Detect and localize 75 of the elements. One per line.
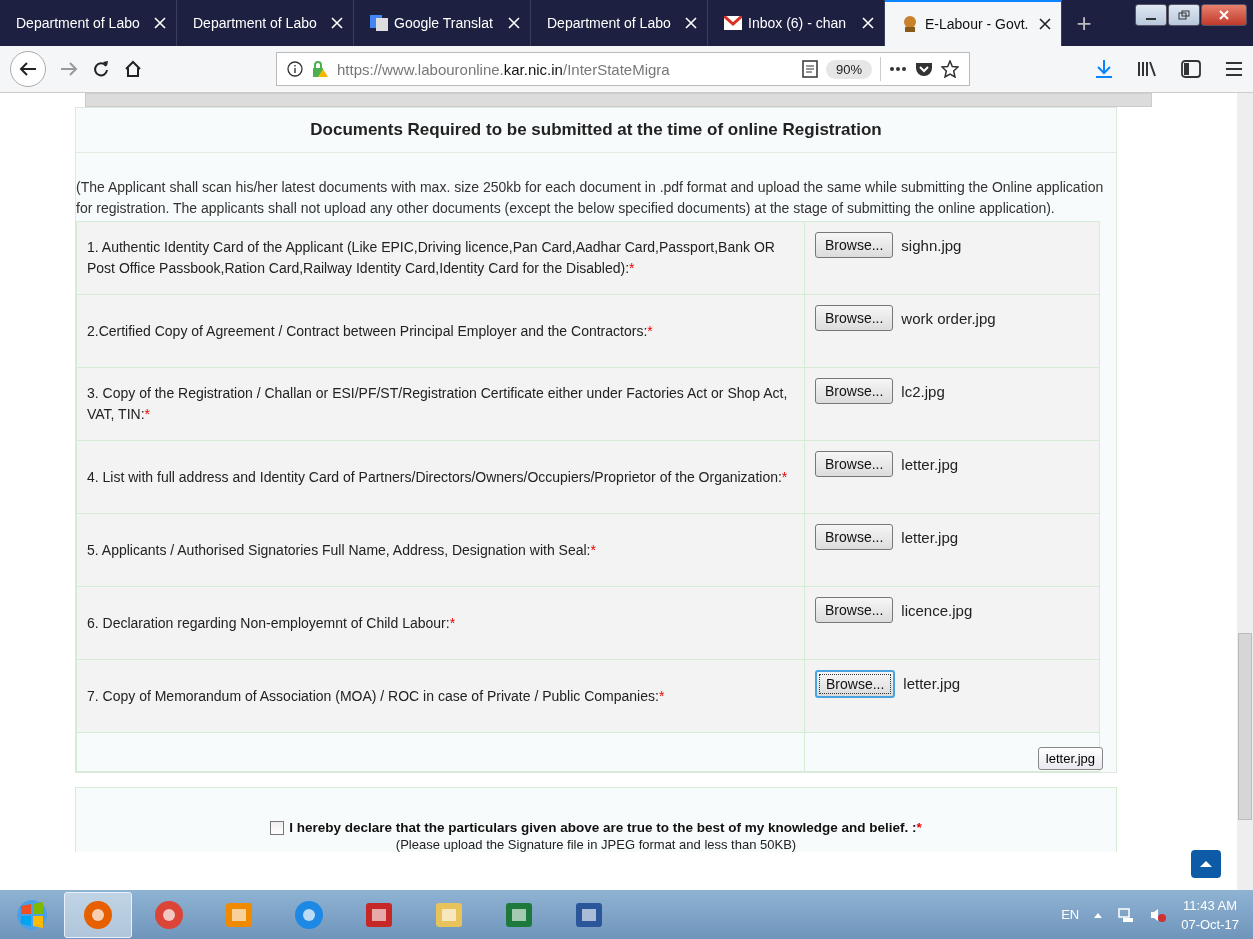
- download-icon[interactable]: [1095, 59, 1113, 79]
- document-label: 6. Declaration regarding Non-employemnt of Child Labour:*: [87, 613, 456, 633]
- app-icon: [82, 898, 114, 931]
- up-arrow-icon: [1199, 860, 1213, 868]
- declaration-text: I hereby declare that the particulars given above are true to the best of my knowledge and belief. :*: [289, 820, 922, 835]
- minimize-icon: [1146, 18, 1156, 20]
- browse-button[interactable]: Browse...: [815, 232, 894, 258]
- close-icon[interactable]: [1039, 18, 1051, 30]
- restore-icon: [1178, 10, 1190, 20]
- new-tab-button[interactable]: +: [1062, 0, 1106, 46]
- restore-button[interactable]: [1168, 4, 1200, 26]
- signature-note: (Please upload the Signature file in JPEG format and less than 50KB): [395, 837, 797, 852]
- close-window-button[interactable]: [1201, 4, 1247, 26]
- url-text: https://www.labouronline.kar.nic.in/InterStateMigra: [337, 60, 671, 78]
- muted-speaker-icon[interactable]: [1149, 906, 1168, 923]
- checkbox[interactable]: [270, 820, 285, 835]
- translate-icon: [370, 15, 388, 31]
- tab-title: E-Labour - Govt.: [925, 16, 1030, 32]
- forward-icon[interactable]: [60, 61, 78, 77]
- tab-title: Department of Labo: [16, 15, 141, 31]
- tab-title: Department of Labo: [193, 15, 318, 31]
- instructions-text: (The Applicant shall scan his/her latest documents with max. size 250kb for each document in .pdf format and upload the same while submitting the Online application for registration. The applicants shall not upload any other documents (except the below specified documents) at the stage of submitting the online application).: [76, 178, 1105, 218]
- minimize-button[interactable]: [1135, 4, 1167, 26]
- file-name: letter.jpg: [903, 674, 961, 692]
- more-icon[interactable]: [889, 66, 907, 72]
- tab-title: Department of Labo: [547, 15, 672, 31]
- browse-button[interactable]: Browse...: [815, 305, 894, 331]
- back-button[interactable]: [10, 51, 46, 87]
- sidebar-icon[interactable]: [1181, 60, 1201, 78]
- lock-warning-icon: [311, 60, 329, 78]
- tab-title: Google Translat: [394, 15, 494, 31]
- document-label: 7. Copy of Memorandum of Association (MOA) / ROC in case of Private / Public Companies:*: [87, 686, 665, 706]
- scroll-to-top-button[interactable]: [1191, 850, 1221, 878]
- pocket-icon[interactable]: [915, 61, 933, 77]
- menu-icon[interactable]: [1225, 61, 1243, 77]
- file-name: sighn.jpg: [901, 236, 962, 254]
- file-name: work order.jpg: [901, 309, 996, 327]
- tooltip: letter.jpg: [1037, 747, 1103, 770]
- document-label: 5. Applicants / Authorised Signatories Full Name, Address, Designation with Seal:*: [87, 540, 596, 560]
- star-icon[interactable]: [941, 60, 959, 78]
- file-name: letter.jpg: [901, 455, 959, 473]
- time: 11:43 AM: [1183, 896, 1238, 915]
- tab-title: Inbox (6) - chan: [748, 15, 848, 31]
- browser-tab[interactable]: E-Labour - Govt.: [885, 0, 1062, 46]
- app-icon: [153, 898, 185, 931]
- info-icon: [287, 61, 303, 77]
- reload-icon[interactable]: [92, 60, 110, 78]
- browse-button[interactable]: Browse...: [815, 451, 894, 477]
- library-icon[interactable]: [1137, 60, 1157, 78]
- file-name: letter.jpg: [901, 528, 959, 546]
- horizontal-scrollbar[interactable]: [85, 93, 1152, 107]
- document-label: 2.Certified Copy of Agreement / Contract between Principal Employer and the Contractors:*: [87, 321, 653, 341]
- browse-button[interactable]: Browse...: [815, 670, 896, 698]
- zoom-level-button[interactable]: 90%: [825, 59, 872, 79]
- file-name: licence.jpg: [901, 601, 973, 619]
- emblem-icon: [901, 15, 919, 33]
- section-heading: Documents Required to be submitted at the time of online Registration: [76, 108, 1116, 153]
- app-icon: [293, 898, 325, 931]
- envelope-icon: [724, 16, 742, 30]
- browse-button[interactable]: Browse...: [815, 524, 894, 550]
- back-arrow-icon: [19, 61, 37, 77]
- date: 07-Oct-17: [1181, 915, 1239, 934]
- network-icon[interactable]: [1117, 906, 1136, 923]
- taskbar-app-button[interactable]: [64, 891, 132, 938]
- browse-button[interactable]: Browse...: [815, 378, 894, 404]
- address-bar[interactable]: https://www.labouronline.kar.nic.in/InterStateMigra 90%: [276, 52, 970, 86]
- close-icon: [1218, 10, 1230, 20]
- reader-view-icon[interactable]: [801, 60, 818, 78]
- browse-button[interactable]: Browse...: [815, 597, 894, 623]
- home-icon[interactable]: [124, 60, 142, 78]
- document-label: 4. List with full address and Identity Card of Partners/Directors/Owners/Occupiers/Proprietor of the Organization:*: [87, 467, 788, 487]
- vertical-scrollbar[interactable]: [1237, 93, 1253, 890]
- document-label: 1. Authentic Identity Card of the Applicant (Like EPIC,Driving licence,Pan Card,Aadhar Card,Passport,Bank OR Post Office Passbook,Ration Card,Railway Identity Card,Identity Card for the Disabled):*: [87, 238, 776, 278]
- file-name: lc2.jpg: [901, 382, 945, 400]
- document-label: 3. Copy of the Registration / Challan or ESI/PF/ST/Registration Certificate either under Factories Act or Shop Act, VAT, TIN:*: [87, 384, 788, 424]
